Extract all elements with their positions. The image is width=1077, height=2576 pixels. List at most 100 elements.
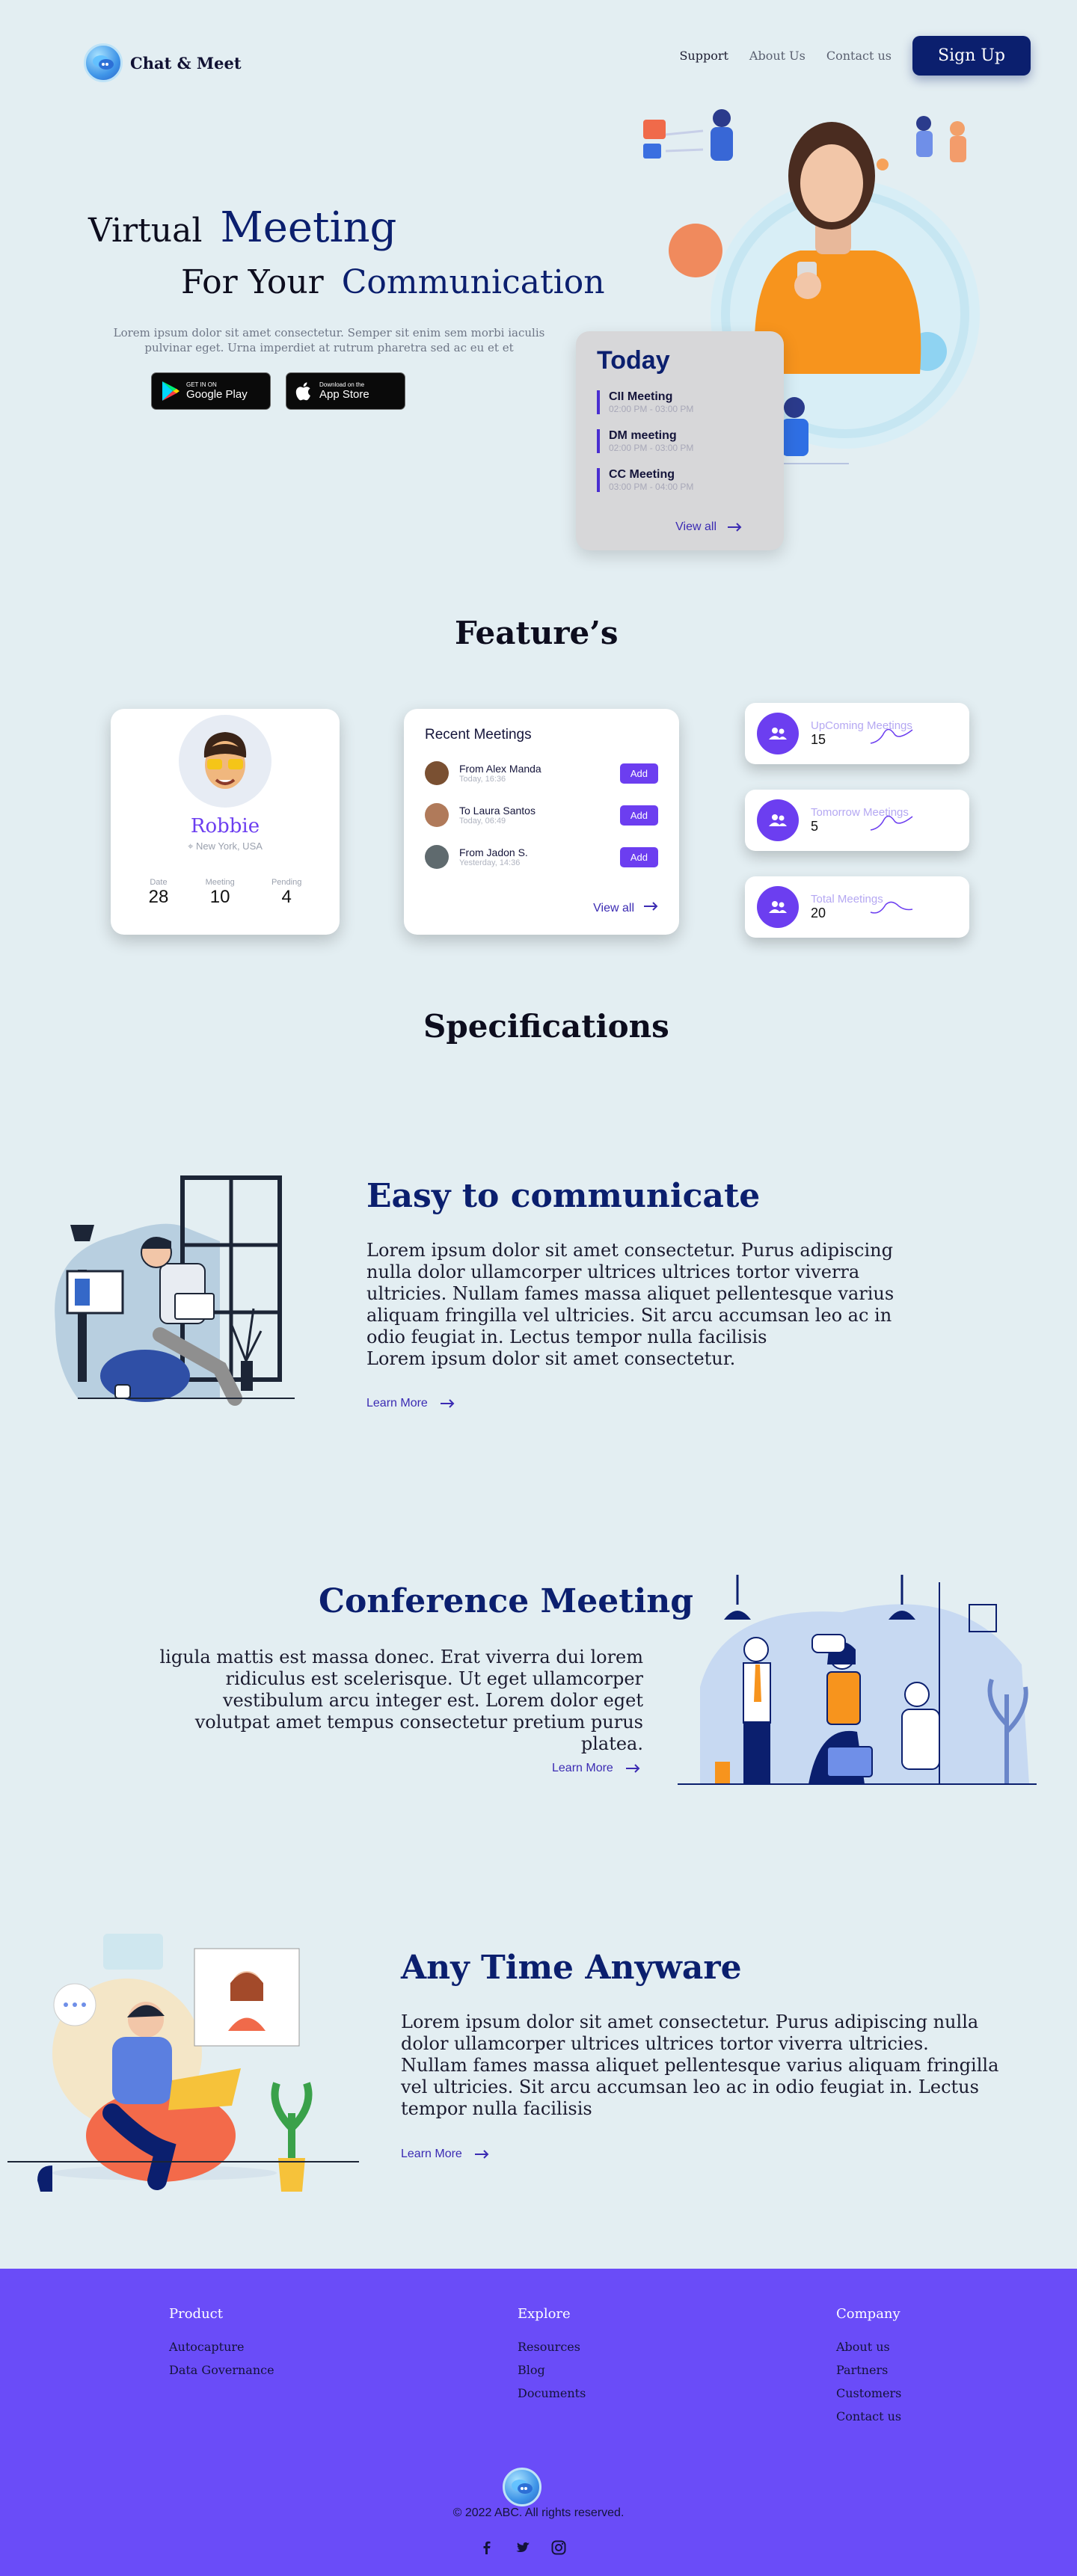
app-store-small-text: Download on the	[319, 381, 365, 388]
spec-conference-learn-more[interactable]: Learn More	[552, 1762, 640, 1775]
recent-view-all-link[interactable]: View all	[593, 902, 658, 915]
stat-meeting: Meeting 10	[206, 878, 235, 908]
stat-label: Meeting	[205, 878, 235, 887]
meeting-title: CC Meeting	[609, 468, 675, 481]
footer: Product Autocapture Data Governance Expl…	[0, 2269, 1077, 2576]
profile-location: ⌖ New York, USA	[111, 840, 340, 852]
avatar	[425, 803, 449, 827]
trend-line-icon	[870, 901, 913, 914]
footer-heading: Product	[169, 2306, 223, 2322]
spec-any-time-learn-more[interactable]: Learn More	[401, 2148, 489, 2161]
hero-word-virtual: Virtual	[88, 212, 203, 250]
hero-subtitle: Lorem ipsum dolor sit amet consectetur. …	[113, 326, 545, 354]
footer-heading: Company	[836, 2306, 900, 2322]
avatar	[425, 761, 449, 785]
meeting-time: Yesterday, 14:36	[459, 858, 521, 867]
instagram-icon[interactable]	[550, 2539, 567, 2556]
logo-icon	[84, 43, 123, 82]
arrow-right-icon	[440, 1399, 455, 1408]
trend-line-icon	[870, 728, 913, 744]
total-meetings-card[interactable]: Total Meetings 20	[745, 876, 969, 938]
view-all-label: View all	[675, 520, 717, 533]
footer-link[interactable]: Blog	[518, 2363, 586, 2377]
users-icon	[757, 886, 799, 928]
today-meeting-item[interactable]: CII Meeting 02:00 PM - 03:00 PM	[597, 390, 763, 414]
users-icon	[757, 799, 799, 841]
facebook-icon[interactable]	[479, 2539, 495, 2556]
footer-link[interactable]: About us	[836, 2340, 901, 2354]
hero-title-line-1: Virtual Meeting	[88, 203, 396, 252]
hero-title-line-2: For Your Communication	[181, 263, 605, 301]
footer-link[interactable]: Documents	[518, 2386, 586, 2400]
spec-easy-communicate-learn-more[interactable]: Learn More	[366, 1397, 455, 1410]
footer-link[interactable]: Autocapture	[169, 2340, 274, 2354]
location-pin-icon: ⌖	[188, 840, 194, 852]
app-store-label: App Store	[319, 388, 369, 401]
list-item: From Jadon S. Yesterday, 14:36 Add	[425, 845, 658, 869]
brand-name: Chat & Meet	[130, 53, 242, 73]
today-meeting-item[interactable]: CC Meeting 03:00 PM - 04:00 PM	[597, 468, 763, 492]
add-button[interactable]: Add	[619, 846, 658, 867]
hero-word-meeting: Meeting	[220, 203, 397, 252]
spec-conference-body: ligula mattis est massa donec. Erat vive…	[159, 1647, 644, 1754]
today-meeting-item[interactable]: DM meeting 02:00 PM - 03:00 PM	[597, 429, 763, 453]
learn-more-label: Learn More	[366, 1397, 428, 1410]
top-nav: Support About Us Contact us Sign Up	[679, 36, 1031, 76]
hero-word-communication: Communication	[341, 263, 605, 301]
spec-easy-communicate-title: Easy to communicate	[366, 1177, 761, 1215]
meeting-time: Today, 06:49	[459, 817, 506, 826]
footer-link[interactable]: Partners	[836, 2363, 901, 2377]
stat-label: Pending	[271, 878, 302, 887]
meeting-contact: From Alex Manda	[459, 763, 541, 775]
nav-contact-us[interactable]: Contact us	[826, 49, 892, 63]
any-time-illustration	[7, 1934, 359, 2192]
specifications-title: Specifications	[423, 1008, 669, 1045]
footer-logo-icon[interactable]	[503, 2468, 541, 2506]
add-button[interactable]: Add	[619, 763, 658, 784]
arrow-right-icon	[728, 523, 742, 532]
google-play-small-text: GET IN ON	[186, 381, 217, 388]
profile-stats: Date 28 Meeting 10 Pending 4	[111, 878, 340, 908]
stat-pending: Pending 4	[271, 878, 301, 908]
list-item: To Laura Santos Today, 06:49 Add	[425, 803, 658, 827]
footer-link[interactable]: Customers	[836, 2386, 901, 2400]
today-schedule-card: Today CII Meeting 02:00 PM - 03:00 PM DM…	[576, 331, 784, 550]
recent-meetings-card: Recent Meetings From Alex Manda Today, 1…	[404, 709, 679, 935]
app-store-button[interactable]: Download on the App Store	[286, 372, 405, 410]
avatar	[425, 845, 449, 869]
users-icon	[757, 713, 799, 754]
profile-name: Robbie	[190, 815, 260, 837]
upcoming-meetings-card[interactable]: UpComing Meetings 15	[745, 703, 969, 764]
footer-link[interactable]: Data Governance	[169, 2363, 274, 2377]
spec-any-time-body: Lorem ipsum dolor sit amet consectetur. …	[401, 2011, 999, 2119]
nav-support[interactable]: Support	[679, 49, 728, 63]
landing-page: Chat & Meet Support About Us Contact us …	[0, 0, 1077, 2576]
easy-communicate-illustration	[55, 1175, 295, 1406]
meeting-title: DM meeting	[609, 429, 677, 442]
meeting-time: 03:00 PM - 04:00 PM	[609, 482, 694, 492]
stat-value: 28	[148, 887, 169, 907]
footer-column-company: Company About us Partners Customers Cont…	[836, 2306, 901, 2432]
stat-label: Date	[150, 878, 168, 887]
today-title: Today	[597, 346, 670, 375]
footer-link[interactable]: Contact us	[836, 2409, 901, 2423]
social-links	[479, 2539, 567, 2556]
meeting-time: 02:00 PM - 03:00 PM	[609, 443, 694, 453]
nav-about-us[interactable]: About Us	[749, 49, 806, 63]
stat-value: 4	[281, 887, 292, 907]
google-play-button[interactable]: GET IN ON Google Play	[151, 372, 271, 410]
brand[interactable]: Chat & Meet	[84, 43, 242, 82]
footer-link[interactable]: Resources	[518, 2340, 586, 2354]
trend-line-icon	[870, 815, 913, 831]
meeting-time: Today, 16:36	[459, 775, 506, 784]
google-play-icon	[162, 381, 180, 401]
stat-date: Date 28	[149, 878, 169, 908]
arrow-right-icon	[474, 2150, 489, 2159]
meeting-contact: From Jadon S.	[459, 846, 528, 858]
tomorrow-meetings-card[interactable]: Tomorrow Meetings 5	[745, 790, 969, 851]
twitter-icon[interactable]	[515, 2539, 531, 2556]
sign-up-button[interactable]: Sign Up	[912, 36, 1031, 76]
add-button[interactable]: Add	[619, 805, 658, 826]
view-all-label: View all	[593, 902, 634, 914]
today-view-all-link[interactable]: View all	[675, 520, 742, 534]
